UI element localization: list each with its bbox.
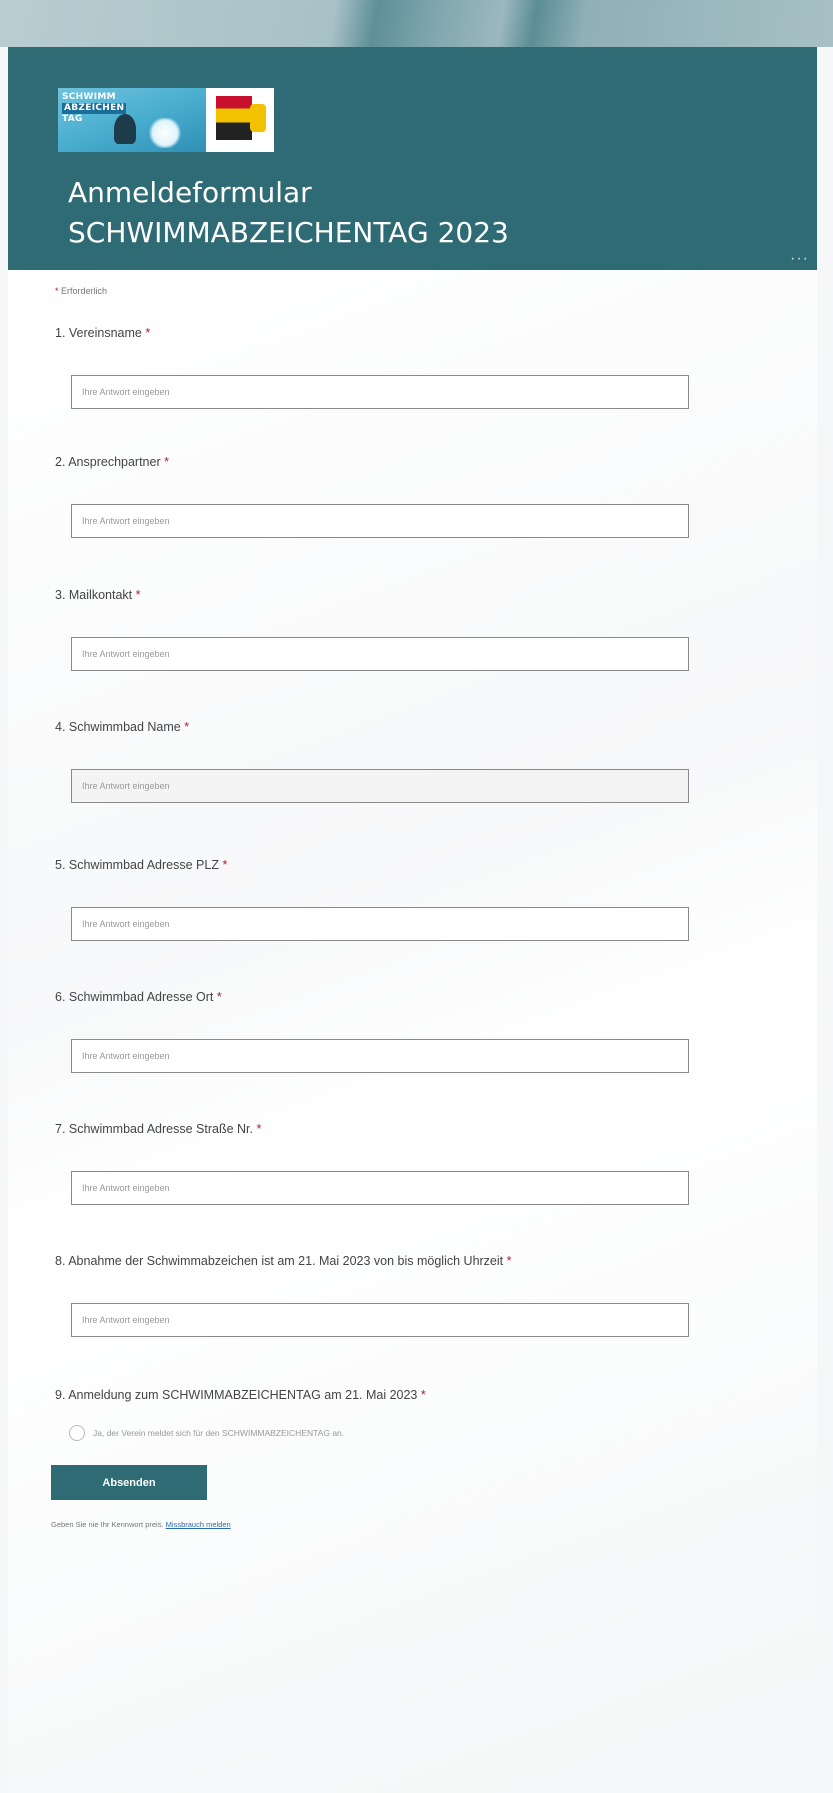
question-schwimmbad-plz: 5. Schwimmbad Adresse PLZ * <box>55 858 755 941</box>
report-abuse-link[interactable]: Missbrauch melden <box>166 1520 231 1529</box>
anmeldung-option-label[interactable]: Ja, der Verein meldet sich für den SCHWI… <box>93 1428 344 1438</box>
schwimmbad-plz-input[interactable] <box>71 907 689 941</box>
question-anmeldung: 9. Anmeldung zum SCHWIMMABZEICHENTAG am … <box>55 1388 755 1441</box>
mailkontakt-input[interactable] <box>71 637 689 671</box>
abnahme-uhrzeit-input[interactable] <box>71 1303 689 1337</box>
logo-badge <box>216 96 252 140</box>
form-footer: Geben Sie nie Ihr Kennwort preis. Missbr… <box>51 1520 231 1529</box>
form-header: SCHWIMM ABZEICHEN TAG Anmeldeformular SC… <box>8 47 817 270</box>
question-ansprechpartner: 2. Ansprechpartner * <box>55 455 755 538</box>
top-banner-strip <box>0 0 833 47</box>
water-splash <box>148 118 182 148</box>
question-mailkontakt: 3. Mailkontakt * <box>55 588 755 671</box>
question-abnahme-uhrzeit: 8. Abnahme der Schwimmabzeichen ist am 2… <box>55 1254 755 1337</box>
logo-badge-accent <box>250 104 266 132</box>
question-schwimmbad-strasse: 7. Schwimmbad Adresse Straße Nr. * <box>55 1122 755 1205</box>
question-schwimmbad-ort: 6. Schwimmbad Adresse Ort * <box>55 990 755 1073</box>
logo-swim-image: SCHWIMM ABZEICHEN TAG <box>58 88 206 152</box>
swimmer-figure <box>114 114 136 144</box>
question-schwimmbad-name: 4. Schwimmbad Name * <box>55 720 755 803</box>
schwimmbad-strasse-input[interactable] <box>71 1171 689 1205</box>
ansprechpartner-input[interactable] <box>71 504 689 538</box>
anmeldung-option[interactable]: Ja, der Verein meldet sich für den SCHWI… <box>69 1425 344 1441</box>
form-title: Anmeldeformular SCHWIMMABZEICHENTAG 2023 <box>68 176 509 249</box>
form-body: * Erforderlich 1. Vereinsname * 2. Anspr… <box>8 270 817 1793</box>
logo-badge-image <box>206 88 274 152</box>
vereinsname-input[interactable] <box>71 375 689 409</box>
schwimmbad-ort-input[interactable] <box>71 1039 689 1073</box>
submit-button[interactable]: Absenden <box>51 1465 207 1500</box>
more-dots-icon[interactable]: ··· <box>790 250 809 268</box>
question-vereinsname: 1. Vereinsname * <box>55 326 755 409</box>
schwimmbad-name-input[interactable] <box>71 769 689 803</box>
anmeldung-radio[interactable] <box>69 1425 85 1441</box>
required-note: * Erforderlich <box>55 286 108 296</box>
event-logo: SCHWIMM ABZEICHEN TAG <box>58 88 274 152</box>
